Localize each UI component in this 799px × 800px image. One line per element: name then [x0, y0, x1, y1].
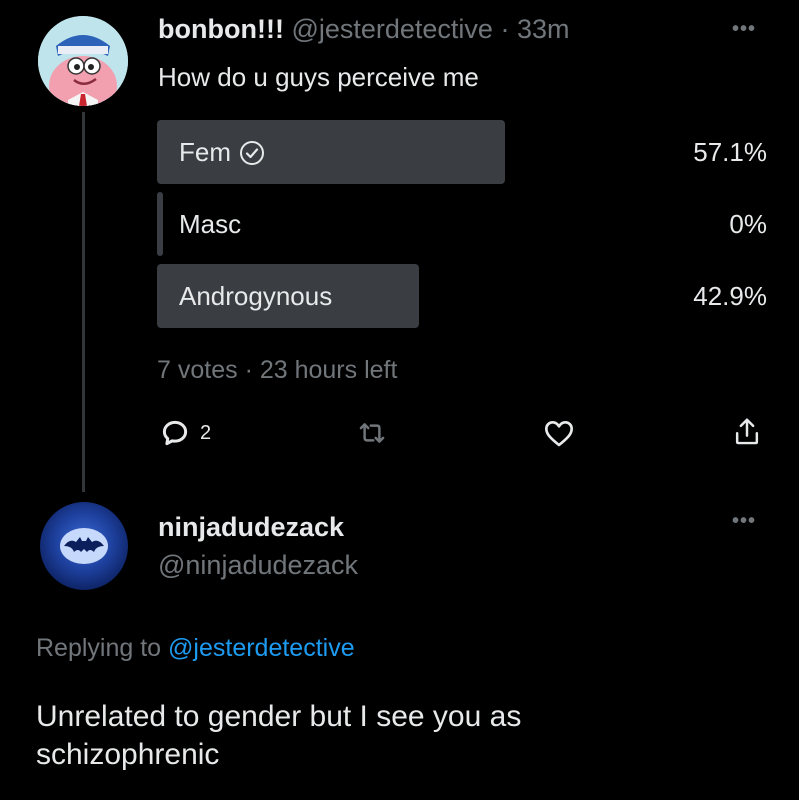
- poll-bar: [157, 192, 163, 256]
- cartoon-avatar-icon: [38, 16, 128, 106]
- tweet-header: bonbon!!! @jesterdetective · 33m: [158, 14, 570, 45]
- replying-to-line: Replying to @jesterdetective: [36, 634, 355, 663]
- author-display-name[interactable]: bonbon!!!: [158, 14, 284, 44]
- author-handle[interactable]: @jesterdetective: [291, 14, 493, 44]
- reply-text: Unrelated to gender but I see you as sch…: [36, 700, 522, 771]
- reply-count: 2: [200, 421, 212, 444]
- poll-option-label: Androgynous: [179, 281, 333, 311]
- tweet-text: How do u guys perceive me: [158, 62, 479, 92]
- poll-option-androgynous: Androgynous 42.9%: [157, 264, 767, 328]
- reply-author-handle[interactable]: @ninjadudezack: [158, 550, 358, 581]
- poll-option-label: Masc: [179, 209, 242, 239]
- replying-to-mention[interactable]: @jesterdetective: [168, 634, 355, 662]
- user-avatar-ninjadudezack[interactable]: [40, 502, 128, 590]
- poll-vote-count: 7 votes: [157, 356, 238, 384]
- heart-icon: [545, 421, 573, 447]
- user-avatar-bonbon[interactable]: [38, 16, 128, 106]
- poll-option-fem: Fem 57.1%: [157, 120, 767, 184]
- thread-connector-line: [82, 112, 85, 492]
- share-button[interactable]: [732, 416, 762, 448]
- poll-option-percent: 57.1%: [693, 137, 767, 167]
- retweet-button[interactable]: [356, 418, 398, 448]
- poll-option-percent: 0%: [729, 209, 767, 239]
- header-separator: ·: [500, 14, 510, 44]
- poll-time-left: 23 hours left: [259, 356, 398, 384]
- poll-option-percent: 42.9%: [693, 281, 767, 311]
- poll-option-label: Fem: [179, 137, 231, 167]
- reply-icon: [162, 420, 188, 446]
- more-options-icon[interactable]: •••: [732, 18, 756, 41]
- check-circle-icon: [240, 140, 264, 165]
- more-options-icon[interactable]: •••: [732, 510, 756, 533]
- share-icon: [735, 418, 759, 445]
- tweet-timestamp[interactable]: 33m: [517, 14, 570, 44]
- bat-signal-icon: [60, 528, 108, 564]
- poll-meta: 7 votes · 23 hours left: [157, 356, 397, 385]
- reply-button[interactable]: 2: [160, 418, 211, 448]
- poll-meta-separator: ·: [244, 356, 253, 384]
- replying-prefix: Replying to: [36, 634, 162, 662]
- like-button[interactable]: [543, 418, 585, 448]
- poll-option-masc: Masc 0%: [157, 192, 767, 256]
- reply-author-display-name[interactable]: ninjadudezack: [158, 512, 344, 543]
- retweet-icon: [359, 423, 385, 443]
